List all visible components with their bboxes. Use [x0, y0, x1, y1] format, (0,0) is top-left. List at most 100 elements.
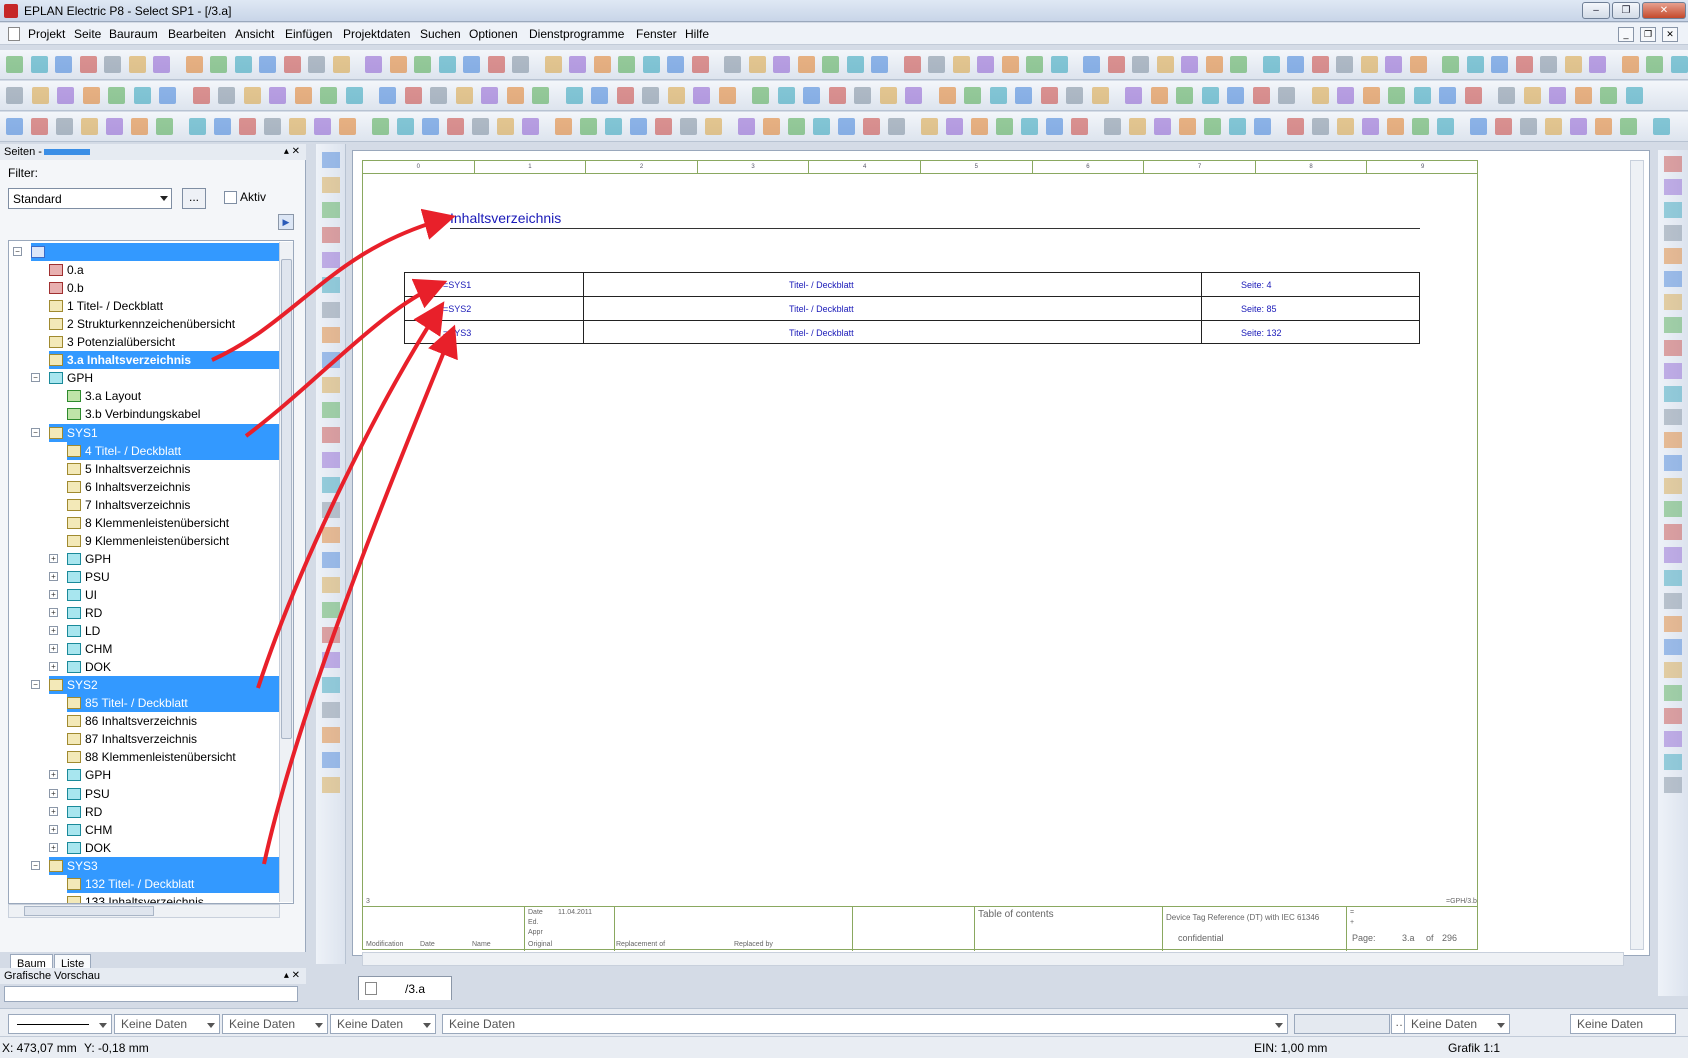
symbol-tool-icon[interactable]	[322, 677, 340, 693]
filter-select[interactable]: Standard	[8, 188, 172, 209]
toolbar-button-icon[interactable]	[788, 118, 805, 135]
symbol-tool-icon[interactable]	[322, 627, 340, 643]
insert-tool-icon[interactable]	[1664, 639, 1682, 655]
toolbar-button-icon[interactable]	[6, 56, 23, 73]
toolbar-button-icon[interactable]	[1409, 56, 1427, 73]
canvas-horizontal-scrollbar[interactable]	[362, 952, 1624, 966]
toolbar-button-icon[interactable]	[854, 87, 871, 104]
toolbar-button-icon[interactable]	[414, 56, 431, 73]
insert-tool-icon[interactable]	[1664, 524, 1682, 540]
toolbar-button-icon[interactable]	[1545, 118, 1562, 135]
symbol-tool-icon[interactable]	[322, 652, 340, 668]
symbol-tool-icon[interactable]	[322, 377, 340, 393]
tree-node[interactable]: 2 Strukturkennzeichenübersicht	[49, 315, 279, 333]
status-field-2[interactable]: Keine Daten	[222, 1014, 328, 1034]
toolbar-button-icon[interactable]	[1230, 56, 1247, 73]
toolbar-button-icon[interactable]	[1595, 118, 1612, 135]
panel-drag-bar[interactable]	[44, 149, 90, 155]
symbol-tool-icon[interactable]	[322, 577, 340, 593]
insert-tool-icon[interactable]	[1664, 340, 1682, 356]
toolbar-button-icon[interactable]	[752, 87, 769, 104]
toolbar-button-icon[interactable]	[691, 56, 709, 73]
toolbar-button-icon[interactable]	[1154, 118, 1171, 135]
toolbar-button-icon[interactable]	[1311, 56, 1329, 73]
toolbar-button-icon[interactable]	[903, 56, 921, 73]
toolbar-button-icon[interactable]	[1337, 118, 1354, 135]
toolbar-button-icon[interactable]	[1254, 118, 1271, 135]
tree-node[interactable]: 133 Inhaltsverzeichnis	[67, 893, 279, 903]
toolbar-button-icon[interactable]	[308, 56, 325, 73]
toolbar-button-icon[interactable]	[705, 118, 722, 135]
symbol-tool-icon[interactable]	[322, 477, 340, 493]
toolbar-button-icon[interactable]	[1464, 87, 1482, 104]
insert-tool-icon[interactable]	[1664, 271, 1682, 287]
tree-node[interactable]: 6 Inhaltsverzeichnis	[67, 478, 279, 496]
insert-tool-icon[interactable]	[1664, 547, 1682, 563]
tree-expander-icon[interactable]: +	[49, 770, 58, 780]
close-button[interactable]: ✕	[1642, 2, 1686, 19]
menu-ansicht[interactable]: Ansicht	[235, 27, 274, 41]
toolbar-button-icon[interactable]	[822, 56, 839, 73]
toolbar-button-icon[interactable]	[447, 118, 464, 135]
toolbar-button-icon[interactable]	[55, 56, 72, 73]
tree-node[interactable]: CHM	[67, 640, 279, 658]
toolbar-button-icon[interactable]	[724, 56, 741, 73]
toolbar-button-icon[interactable]	[389, 56, 407, 73]
document-tab[interactable]: /3.a	[358, 976, 452, 1000]
toolbar-button-icon[interactable]	[1564, 56, 1582, 73]
toolbar-button-icon[interactable]	[616, 87, 634, 104]
table-row[interactable]: =SYS2 Titel- / Deckblatt Seite: 85	[405, 297, 1419, 321]
tree-expander-icon[interactable]: −	[31, 860, 40, 870]
tree-expander-icon[interactable]: +	[49, 824, 58, 834]
toolbar-button-icon[interactable]	[630, 118, 647, 135]
toolbar-button-icon[interactable]	[777, 87, 795, 104]
symbol-tool-icon[interactable]	[322, 327, 340, 343]
toolbar-button-icon[interactable]	[1204, 118, 1221, 135]
toolbar-button-icon[interactable]	[314, 118, 331, 135]
tree-node[interactable]: LD	[67, 622, 279, 640]
toolbar-button-icon[interactable]	[1589, 56, 1606, 73]
toolbar-button-icon[interactable]	[1015, 87, 1032, 104]
tree-node[interactable]: 7 Inhaltsverzeichnis	[67, 496, 279, 514]
toolbar-button-icon[interactable]	[104, 56, 121, 73]
status-field-3[interactable]: Keine Daten	[330, 1014, 436, 1034]
tree-node[interactable]: 9 Klemmenleistenübersicht	[67, 532, 279, 550]
toolbar-button-icon[interactable]	[159, 87, 176, 104]
tree-expander-icon[interactable]: +	[49, 608, 58, 617]
toolbar-button-icon[interactable]	[106, 118, 123, 135]
tree-node[interactable]: 88 Klemmenleistenübersicht	[67, 748, 279, 766]
toolbar-button-icon[interactable]	[243, 87, 261, 104]
toolbar-button-icon[interactable]	[1046, 118, 1063, 135]
toolbar-button-icon[interactable]	[1262, 56, 1280, 73]
toolbar-button-icon[interactable]	[813, 118, 830, 135]
toolbar-button-icon[interactable]	[463, 56, 480, 73]
tree-node[interactable]: 0.b	[49, 279, 279, 297]
toolbar-button-icon[interactable]	[1442, 56, 1459, 73]
insert-tool-icon[interactable]	[1664, 294, 1682, 310]
toolbar-button-icon[interactable]	[946, 118, 963, 135]
insert-tool-icon[interactable]	[1664, 179, 1682, 195]
tree-node[interactable]: SYS1	[49, 423, 279, 442]
mdi-restore-button[interactable]: ❐	[1640, 27, 1656, 42]
menu-seite[interactable]: Seite	[74, 27, 101, 41]
insert-tool-icon[interactable]	[1664, 754, 1682, 770]
toolbar-button-icon[interactable]	[1132, 56, 1149, 73]
tree-expander-icon[interactable]: +	[49, 571, 58, 581]
toolbar-button-icon[interactable]	[1040, 87, 1058, 104]
symbol-tool-icon[interactable]	[322, 352, 340, 368]
toolbar-button-icon[interactable]	[269, 87, 286, 104]
symbol-tool-icon[interactable]	[322, 752, 340, 768]
menu-einfuegen[interactable]: Einfügen	[285, 27, 332, 41]
toolbar-button-icon[interactable]	[339, 118, 356, 135]
toolbar-button-icon[interactable]	[1385, 56, 1402, 73]
toolbar-button-icon[interactable]	[803, 87, 820, 104]
toolbar-button-icon[interactable]	[1001, 56, 1019, 73]
toolbar-button-icon[interactable]	[1439, 87, 1456, 104]
toolbar-button-icon[interactable]	[108, 87, 125, 104]
toolbar-button-icon[interactable]	[259, 56, 276, 73]
toolbar-button-icon[interactable]	[1540, 56, 1557, 73]
toolbar-button-icon[interactable]	[928, 56, 945, 73]
symbol-tool-icon[interactable]	[322, 702, 340, 718]
tree-node[interactable]: PSU	[67, 785, 279, 803]
restore-button[interactable]: ❐	[1612, 2, 1640, 19]
